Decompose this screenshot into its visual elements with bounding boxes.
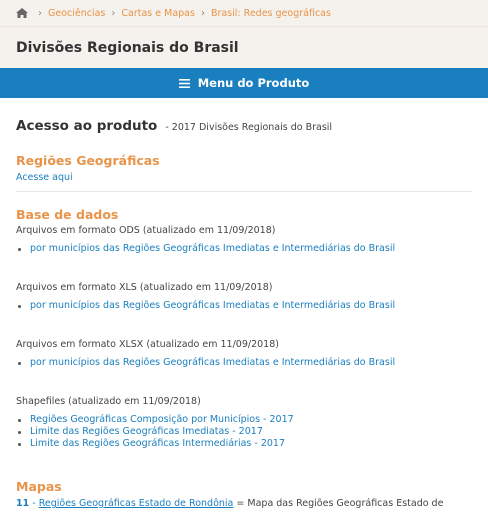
mapa-description: = Mapa das Regiões Geográficas Estado de [233, 498, 444, 509]
list-item: Regiões Geográficas Composição por Munic… [16, 414, 472, 426]
hamburger-icon [178, 78, 190, 88]
base-title: Base de dados [16, 207, 119, 222]
bullet [18, 418, 21, 422]
shapefiles-list: Regiões Geográficas Composição por Munic… [16, 414, 472, 450]
regioes-title: Regiões Geográficas [16, 153, 160, 168]
base-section: Base de dados Arquivos em formato ODS (a… [16, 207, 472, 450]
shapefiles-label: Shapefiles (atualizado em 11/09/2018) [16, 396, 201, 407]
bullet [18, 304, 21, 308]
xlsx-label: Arquivos em formato XLSX (atualizado em … [16, 339, 279, 350]
product-menu-label: Menu do Produto [197, 76, 310, 90]
divider [16, 191, 472, 192]
chevron-right-icon: › [111, 7, 116, 19]
xlsx-download-link[interactable]: por municípios das Regiões Geográficas I… [30, 357, 395, 369]
list-item: por municípios das Regiões Geográficas I… [16, 243, 472, 255]
ods-download-link[interactable]: por municípios das Regiões Geográficas I… [30, 243, 395, 255]
bullet [18, 361, 21, 365]
breadcrumb-redes-geograficas[interactable]: Brasil: Redes geográficas [211, 8, 331, 19]
chevron-right-icon: › [38, 7, 42, 19]
shapefile-intermediarias-link[interactable]: Limite das Regiões Geográficas Intermedi… [30, 438, 285, 450]
xls-label: Arquivos em formato XLS (atualizado em 1… [16, 282, 273, 293]
mapas-title: Mapas [16, 479, 62, 494]
chevron-right-icon: › [200, 7, 205, 19]
breadcrumb-geociencias[interactable]: Geociências [48, 8, 105, 19]
mapa-rondonia-link[interactable]: Regiões Geográficas Estado de Rondônia [39, 498, 234, 509]
mapa-separator: - [29, 498, 39, 509]
acesso-heading: Acesso ao produto [16, 118, 158, 134]
xlsx-list: por municípios das Regiões Geográficas I… [16, 357, 472, 369]
mapa-number: 11 [16, 498, 30, 509]
home-icon[interactable] [16, 8, 28, 18]
mapas-section: Mapas 11 - Regiões Geográficas Estado de… [16, 479, 472, 509]
ods-label: Arquivos em formato ODS (atualizado em 1… [16, 225, 276, 236]
bullet [18, 430, 21, 434]
product-menu-button[interactable]: Menu do Produto [0, 68, 488, 98]
list-item: Limite das Regiões Geográficas Imediatas… [16, 426, 472, 438]
xls-download-link[interactable]: por municípios das Regiões Geográficas I… [30, 300, 395, 312]
list-item: Limite das Regiões Geográficas Intermedi… [16, 438, 472, 450]
shapefile-composicao-link[interactable]: Regiões Geográficas Composição por Munic… [30, 414, 294, 426]
breadcrumb: › Geociências › Cartas e Mapas › Brasil:… [0, 0, 488, 26]
ods-list: por municípios das Regiões Geográficas I… [16, 243, 472, 255]
shapefile-imediatas-link[interactable]: Limite das Regiões Geográficas Imediatas… [30, 426, 263, 438]
regioes-section: Regiões Geográficas Acesse aqui [16, 153, 472, 183]
page-title: Divisões Regionais do Brasil [0, 26, 488, 68]
bullet [18, 442, 21, 446]
breadcrumb-cartas-mapas[interactable]: Cartas e Mapas [121, 8, 195, 19]
xls-list: por municípios das Regiões Geográficas I… [16, 300, 472, 312]
acesso-subtitle: - 2017 Divisões Regionais do Brasil [165, 122, 333, 133]
bullet [18, 247, 21, 251]
mapa-item: 11 - Regiões Geográficas Estado de Rondô… [16, 498, 472, 509]
main-content: Acesso ao produto - 2017 Divisões Region… [0, 98, 488, 509]
list-item: por municípios das Regiões Geográficas I… [16, 357, 472, 369]
acesse-aqui-link[interactable]: Acesse aqui [16, 172, 472, 183]
list-item: por municípios das Regiões Geográficas I… [16, 300, 472, 312]
acesso-header: Acesso ao produto - 2017 Divisões Region… [16, 118, 472, 134]
